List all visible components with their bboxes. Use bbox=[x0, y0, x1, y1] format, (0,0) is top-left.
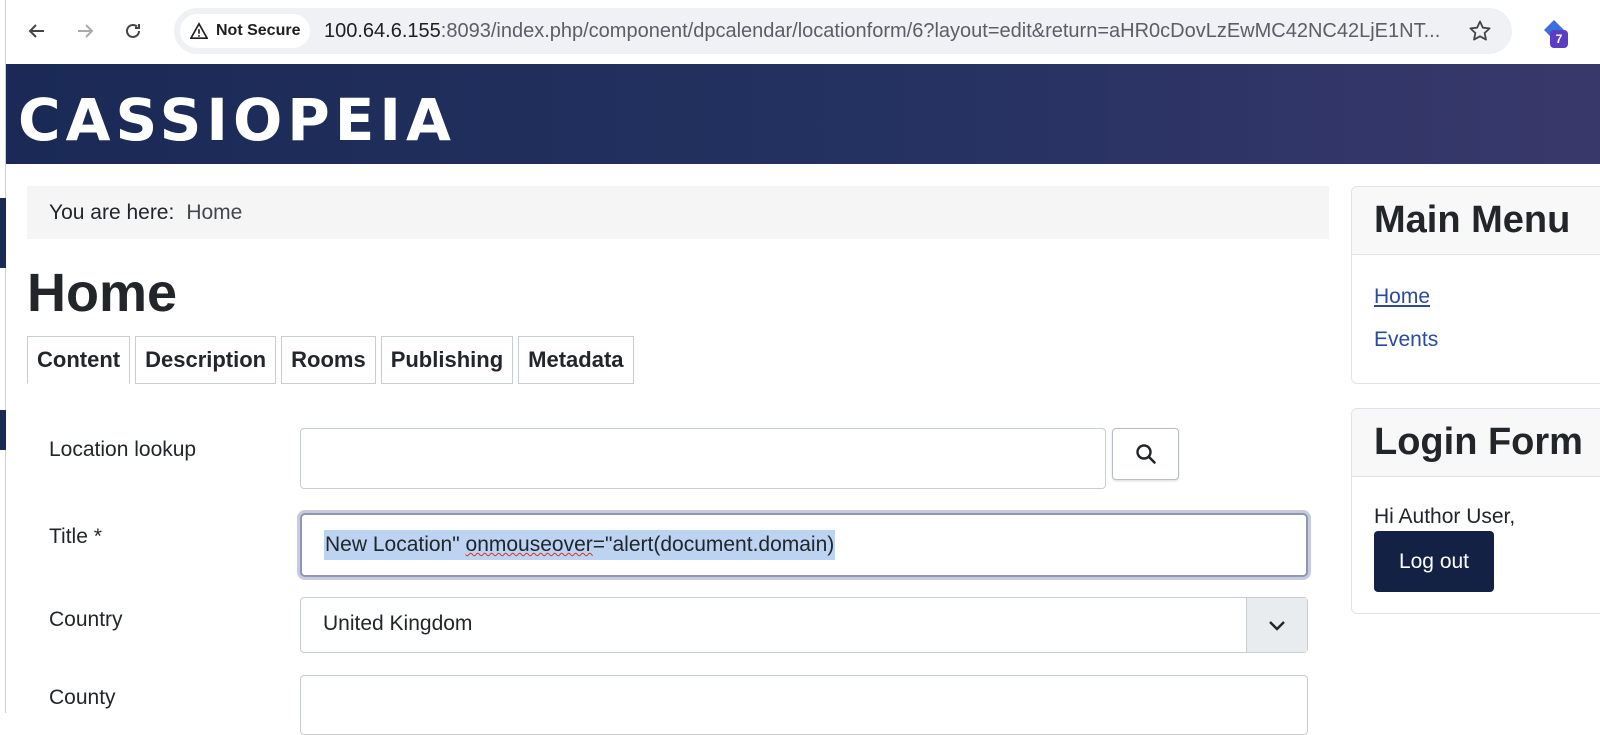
breadcrumb: You are here: Home bbox=[27, 186, 1329, 239]
site-header: CASSIOPEIA bbox=[6, 64, 1600, 164]
location-search-button[interactable] bbox=[1112, 428, 1179, 480]
title-label: Title * bbox=[49, 525, 102, 548]
menu-item-events[interactable]: Events bbox=[1374, 328, 1438, 352]
arrow-left-icon bbox=[28, 24, 44, 38]
title-value-misspelled: onmouseover bbox=[465, 533, 593, 556]
back-button[interactable] bbox=[22, 16, 52, 46]
chevron-down-icon bbox=[1269, 621, 1285, 631]
reload-icon bbox=[126, 23, 140, 38]
menu-item-home[interactable]: Home bbox=[1374, 285, 1430, 309]
country-label: Country bbox=[49, 608, 123, 631]
bookmark-star-icon[interactable] bbox=[1468, 19, 1492, 43]
title-value-segment: ="alert(document.domain) bbox=[592, 533, 835, 556]
main-menu-title: Main Menu bbox=[1352, 187, 1600, 255]
form-tabs: Content Description Rooms Publishing Met… bbox=[27, 336, 639, 384]
county-input[interactable] bbox=[300, 675, 1308, 735]
forward-button[interactable] bbox=[70, 16, 100, 46]
location-lookup-label: Location lookup bbox=[49, 438, 197, 461]
country-select[interactable]: United Kingdom bbox=[300, 597, 1308, 653]
title-input[interactable]: New Location" onmouseover="alert(documen… bbox=[300, 513, 1308, 577]
tab-content[interactable]: Content bbox=[27, 336, 131, 384]
search-icon bbox=[1135, 444, 1156, 464]
county-label: County bbox=[49, 686, 116, 709]
url-host: 100.64.6.155 bbox=[324, 20, 441, 42]
site-brand-logo[interactable]: CASSIOPEIA bbox=[18, 86, 456, 154]
location-lookup-input[interactable] bbox=[300, 428, 1106, 489]
background-window-fragment bbox=[0, 198, 6, 268]
background-window-fragment bbox=[0, 410, 6, 450]
browser-toolbar: Not Secure 100.64.6.155:8093/index.php/c… bbox=[6, 0, 1600, 64]
title-input-value: New Location" onmouseover="alert(documen… bbox=[324, 530, 836, 560]
tab-metadata[interactable]: Metadata bbox=[518, 336, 634, 384]
tab-rooms[interactable]: Rooms bbox=[281, 336, 376, 384]
tab-description[interactable]: Description bbox=[135, 336, 277, 384]
breadcrumb-prefix: You are here: bbox=[49, 200, 175, 224]
address-bar[interactable]: Not Secure 100.64.6.155:8093/index.php/c… bbox=[174, 8, 1512, 54]
title-value-segment: New Location" bbox=[325, 533, 466, 556]
country-dropdown-toggle[interactable] bbox=[1246, 598, 1307, 652]
reload-button[interactable] bbox=[118, 16, 148, 46]
arrow-right-icon bbox=[78, 24, 94, 38]
user-greeting: Hi Author User, bbox=[1374, 505, 1516, 528]
login-form-card: Login Form Hi Author User, Log out bbox=[1351, 408, 1600, 614]
logout-button[interactable]: Log out bbox=[1374, 531, 1494, 592]
main-menu-card: Main Menu Home Events bbox=[1351, 186, 1600, 384]
url-path: :8093/index.php/component/dpcalendar/loc… bbox=[440, 20, 1441, 42]
tab-publishing[interactable]: Publishing bbox=[380, 336, 514, 384]
breadcrumb-current: Home bbox=[186, 200, 243, 224]
login-form-title: Login Form bbox=[1352, 409, 1600, 477]
country-selected-value: United Kingdom bbox=[323, 612, 473, 635]
extension-badge: 7 bbox=[1550, 30, 1568, 48]
page-title: Home bbox=[27, 263, 178, 323]
warning-icon bbox=[190, 22, 208, 40]
security-chip[interactable]: Not Secure bbox=[180, 14, 310, 48]
url-text[interactable]: 100.64.6.155:8093/index.php/component/dp… bbox=[324, 20, 1454, 43]
security-label: Not Secure bbox=[216, 22, 301, 39]
